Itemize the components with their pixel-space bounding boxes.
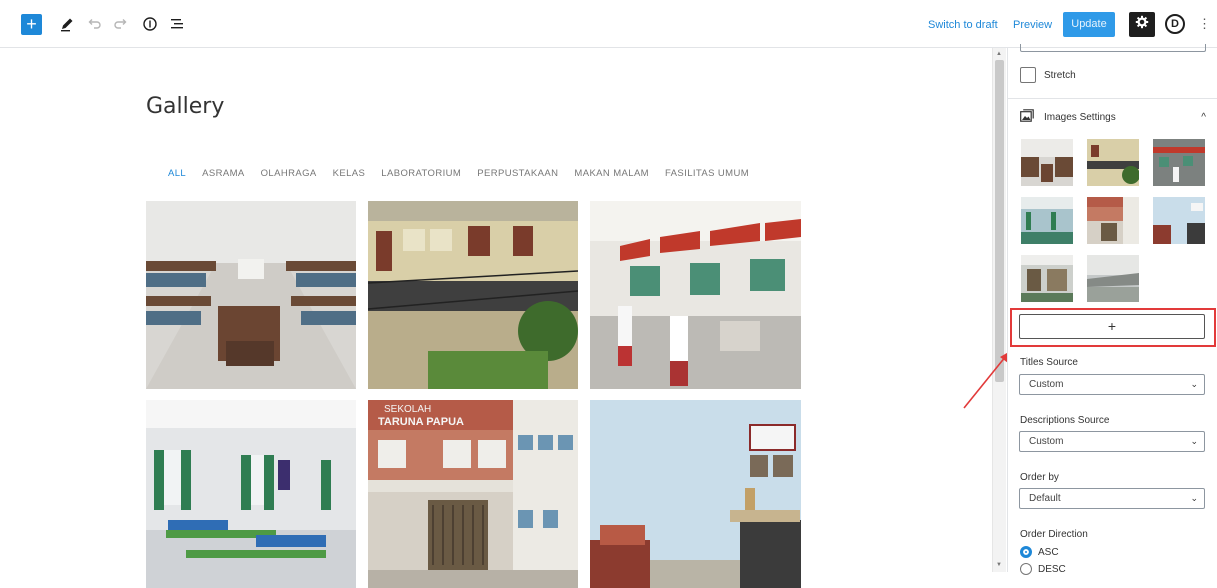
more-options-button[interactable]: ⋮ bbox=[1198, 14, 1211, 34]
chevron-down-icon: ⌄ bbox=[1190, 436, 1198, 446]
stretch-checkbox[interactable] bbox=[1020, 67, 1036, 83]
stretch-option: Stretch bbox=[1020, 67, 1076, 83]
preview-button[interactable]: Preview bbox=[1013, 19, 1052, 31]
filter-kelas[interactable]: KELAS bbox=[333, 168, 366, 179]
filter-laboratorium[interactable]: LABORATORIUM bbox=[381, 168, 461, 179]
titles-source-label: Titles Source bbox=[1020, 357, 1078, 368]
order-by-label: Order by bbox=[1020, 472, 1059, 483]
image-thumbnail[interactable] bbox=[1021, 255, 1073, 302]
asc-radio[interactable] bbox=[1020, 546, 1032, 558]
filter-perpustakaan[interactable]: PERPUSTAKAAN bbox=[477, 168, 558, 179]
descriptions-source-value: Custom bbox=[1029, 436, 1064, 447]
order-direction-asc-option[interactable]: ASC bbox=[1020, 546, 1059, 558]
settings-button[interactable] bbox=[1129, 12, 1155, 37]
image-thumbnail[interactable] bbox=[1021, 197, 1073, 244]
svg-text:TARUNA PAPUA: TARUNA PAPUA bbox=[378, 416, 464, 428]
school-building-corridor-photo[interactable] bbox=[368, 201, 578, 389]
gear-icon bbox=[1135, 15, 1149, 34]
classroom-students-photo[interactable] bbox=[590, 201, 801, 389]
images-gallery-icon bbox=[1020, 109, 1034, 125]
filter-all[interactable]: ALL bbox=[168, 168, 186, 179]
desc-label: DESC bbox=[1038, 563, 1066, 575]
image-thumbnails bbox=[1021, 139, 1205, 302]
image-thumbnail[interactable] bbox=[1021, 139, 1073, 186]
scroll-down-arrow-icon[interactable]: ▼ bbox=[996, 562, 1002, 568]
order-by-value: Default bbox=[1029, 493, 1061, 504]
images-settings-panel-header[interactable]: Images Settings ^ bbox=[1020, 109, 1206, 125]
editor-toolbar: + Switch to draft Preview Update D ⋮ bbox=[0, 0, 1217, 48]
school-building-sign-photo[interactable]: SEKOLAH TARUNA PAPUA bbox=[368, 400, 578, 588]
chevron-down-icon: ⌄ bbox=[1190, 493, 1198, 503]
list-view-icon[interactable] bbox=[167, 14, 187, 34]
image-thumbnail[interactable] bbox=[1087, 197, 1139, 244]
desc-radio[interactable] bbox=[1020, 563, 1032, 575]
page-title[interactable]: Gallery bbox=[146, 94, 224, 119]
add-block-button[interactable]: + bbox=[21, 14, 42, 35]
filter-fasilitas-umum[interactable]: FASILITAS UMUM bbox=[665, 168, 749, 179]
image-thumbnail[interactable] bbox=[1153, 197, 1205, 244]
images-settings-label: Images Settings bbox=[1044, 111, 1116, 123]
image-thumbnail[interactable] bbox=[1087, 139, 1139, 186]
divider bbox=[1008, 98, 1217, 99]
info-icon[interactable] bbox=[140, 14, 160, 34]
order-direction-label: Order Direction bbox=[1020, 529, 1088, 540]
filter-makan-malam[interactable]: MAKAN MALAM bbox=[574, 168, 649, 179]
switch-to-draft-button[interactable]: Switch to draft bbox=[928, 19, 998, 31]
top-input-field[interactable] bbox=[1020, 44, 1206, 52]
filter-asrama[interactable]: ASRAMA bbox=[202, 168, 245, 179]
office-room-photo[interactable] bbox=[590, 400, 801, 588]
titles-source-value: Custom bbox=[1029, 379, 1064, 390]
redo-icon[interactable] bbox=[111, 14, 131, 34]
gallery-grid: SEKOLAH TARUNA PAPUA bbox=[146, 201, 801, 588]
scroll-up-arrow-icon[interactable]: ▲ bbox=[996, 51, 1002, 57]
svg-text:SEKOLAH: SEKOLAH bbox=[384, 404, 431, 415]
editor-scrollbar-thumb[interactable] bbox=[995, 60, 1004, 382]
descriptions-source-label: Descriptions Source bbox=[1020, 415, 1110, 426]
gallery-filter-bar: ALL ASRAMA OLAHRAGA KELAS LABORATORIUM P… bbox=[168, 168, 765, 179]
undo-icon[interactable] bbox=[84, 14, 104, 34]
order-by-select[interactable]: Default ⌄ bbox=[1019, 488, 1205, 509]
filter-olahraga[interactable]: OLAHRAGA bbox=[261, 168, 317, 179]
asc-label: ASC bbox=[1038, 546, 1059, 558]
stretch-label: Stretch bbox=[1044, 69, 1076, 81]
update-button[interactable]: Update bbox=[1063, 12, 1115, 37]
chevron-up-icon[interactable]: ^ bbox=[1201, 112, 1206, 123]
pencil-icon[interactable] bbox=[57, 14, 77, 34]
add-image-button[interactable]: + bbox=[1019, 314, 1205, 339]
titles-source-select[interactable]: Custom ⌄ bbox=[1019, 374, 1205, 395]
dormitory-bunk-beds-photo[interactable] bbox=[146, 201, 356, 389]
image-thumbnail[interactable] bbox=[1087, 255, 1139, 302]
plugin-d-button[interactable]: D bbox=[1165, 14, 1185, 34]
image-thumbnail[interactable] bbox=[1153, 139, 1205, 186]
chevron-down-icon: ⌄ bbox=[1190, 379, 1198, 389]
order-direction-desc-option[interactable]: DESC bbox=[1020, 563, 1066, 575]
descriptions-source-select[interactable]: Custom ⌄ bbox=[1019, 431, 1205, 452]
dormitory-room-green-curtains-photo[interactable] bbox=[146, 400, 356, 588]
